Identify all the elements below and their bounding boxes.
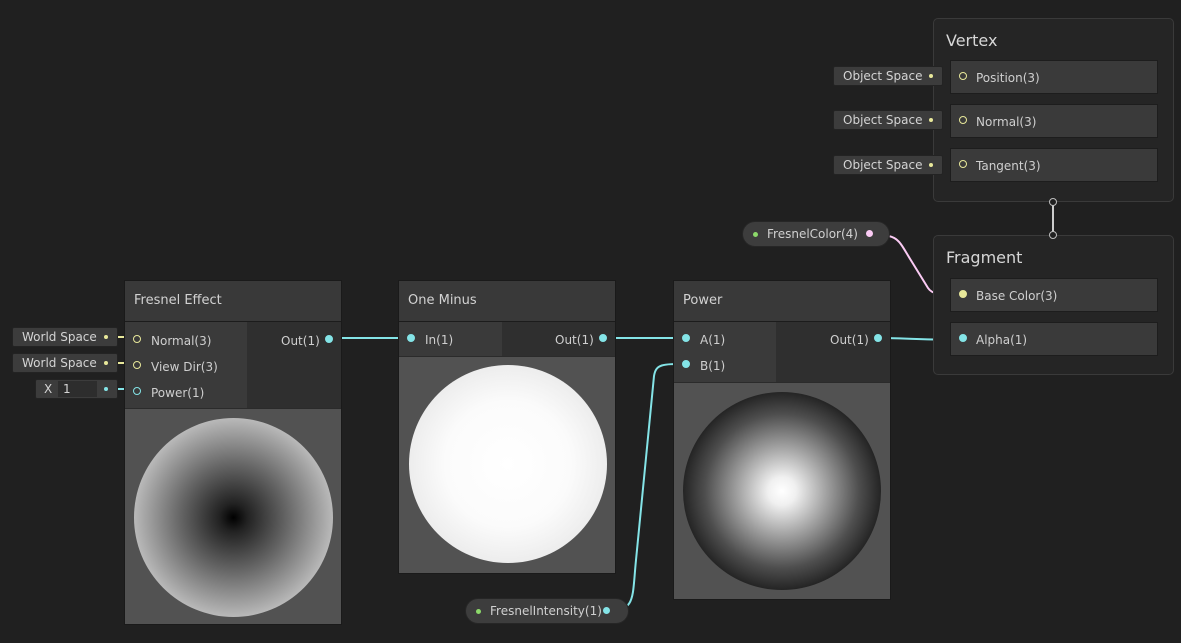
property-label: FresnelColor(4) [767, 227, 858, 241]
output-port-out[interactable]: Out(1) [539, 330, 609, 350]
fresnel-color-property-node[interactable]: FresnelColor(4) [742, 221, 890, 247]
port-label: In(1) [425, 333, 454, 347]
vertex-slot-normal[interactable]: Normal(3) [950, 104, 1158, 138]
field-port-dot-icon [929, 163, 933, 167]
field-text: Object Space [843, 158, 923, 172]
vec3-port-icon[interactable] [959, 116, 967, 124]
slot-label: Base Color(3) [976, 289, 1058, 303]
field-port-dot-icon [929, 118, 933, 122]
fresnel-intensity-property-node[interactable]: FresnelIntensity(1) [465, 598, 629, 624]
port-label: View Dir(3) [151, 360, 218, 374]
normal-space-field[interactable]: World Space [12, 327, 118, 347]
node-preview [674, 383, 890, 599]
property-icon [476, 609, 481, 614]
fragment-context[interactable]: Fragment Base Color(3) Alpha(1) [933, 235, 1174, 375]
vec3-port-icon[interactable] [959, 160, 967, 168]
input-port-a[interactable]: A(1) [682, 330, 772, 350]
vec1-port-icon[interactable] [133, 387, 141, 395]
vertex-slot-position[interactable]: Position(3) [950, 60, 1158, 94]
node-title: Power [683, 293, 723, 308]
field-text: Object Space [843, 69, 923, 83]
vec1-port-icon[interactable] [682, 334, 690, 342]
context-link-bottom-handle[interactable] [1049, 231, 1057, 239]
fresnel-effect-node[interactable]: Fresnel Effect Normal(3) View Dir(3) Pow… [124, 280, 342, 625]
power-node[interactable]: Power A(1) B(1) Out(1) [673, 280, 891, 600]
vec1-port-icon[interactable] [682, 360, 690, 368]
port-label: A(1) [700, 333, 726, 347]
vertex-slot-tangent[interactable]: Tangent(3) [950, 148, 1158, 182]
field-text: Object Space [843, 113, 923, 127]
node-title: One Minus [408, 293, 477, 308]
input-port-power[interactable]: Power(1) [133, 383, 243, 403]
port-label: Power(1) [151, 386, 205, 400]
field-port-dot-icon [104, 387, 108, 391]
node-title: Fresnel Effect [134, 293, 222, 308]
node-header[interactable]: One Minus [399, 281, 615, 322]
field-text: World Space [22, 330, 97, 344]
input-port-in[interactable]: In(1) [407, 330, 497, 350]
vec4-port-icon[interactable] [866, 230, 873, 237]
output-port-out[interactable]: Out(1) [814, 330, 884, 350]
input-port-normal[interactable]: Normal(3) [133, 331, 243, 351]
input-port-b[interactable]: B(1) [682, 356, 772, 376]
power-value-input[interactable]: 1 [58, 381, 97, 397]
fresnel-preview-sphere [134, 418, 333, 617]
vertex-title: Vertex [946, 31, 998, 50]
node-header[interactable]: Fresnel Effect [125, 281, 341, 322]
vec1-port-icon[interactable] [407, 334, 415, 342]
port-label: Out(1) [830, 333, 869, 347]
field-port-dot-icon [929, 74, 933, 78]
vec1-port-icon[interactable] [874, 334, 882, 342]
vertex-context[interactable]: Vertex Position(3) Normal(3) Tangent(3) [933, 18, 1174, 202]
vertex-position-space-field[interactable]: Object Space [833, 66, 943, 86]
property-label: FresnelIntensity(1) [490, 604, 602, 618]
vec3-port-icon[interactable] [133, 361, 141, 369]
port-label: Out(1) [555, 333, 594, 347]
node-preview [125, 409, 341, 624]
one-minus-preview-sphere [409, 365, 607, 563]
port-label: Out(1) [281, 334, 320, 348]
slot-label: Normal(3) [976, 115, 1037, 129]
node-header[interactable]: Power [674, 281, 890, 322]
slot-label: Alpha(1) [976, 333, 1028, 347]
fragment-slot-alpha[interactable]: Alpha(1) [950, 322, 1158, 356]
vec3-port-icon[interactable] [959, 290, 967, 298]
property-icon [753, 232, 758, 237]
power-value-field[interactable]: X 1 [35, 379, 118, 399]
fragment-slot-basecolor[interactable]: Base Color(3) [950, 278, 1158, 312]
vertex-tangent-space-field[interactable]: Object Space [833, 155, 943, 175]
vec1-port-icon[interactable] [325, 335, 333, 343]
fragment-title: Fragment [946, 248, 1023, 267]
power-preview-sphere [683, 392, 881, 590]
port-label: Normal(3) [151, 334, 212, 348]
input-port-view-dir[interactable]: View Dir(3) [133, 357, 243, 377]
vec3-port-icon[interactable] [959, 72, 967, 80]
context-link-top-handle[interactable] [1049, 198, 1057, 206]
field-port-dot-icon [104, 361, 108, 365]
view-dir-space-field[interactable]: World Space [12, 353, 118, 373]
vec1-port-icon[interactable] [599, 334, 607, 342]
port-label: B(1) [700, 359, 726, 373]
slot-label: Position(3) [976, 71, 1040, 85]
one-minus-node[interactable]: One Minus In(1) Out(1) [398, 280, 616, 574]
output-port-out[interactable]: Out(1) [265, 331, 335, 351]
field-text: World Space [22, 356, 97, 370]
vertex-normal-space-field[interactable]: Object Space [833, 110, 943, 130]
slot-label: Tangent(3) [976, 159, 1041, 173]
node-preview [399, 357, 615, 573]
axis-label: X [44, 382, 53, 396]
field-port-dot-icon [104, 335, 108, 339]
vec1-port-icon[interactable] [603, 607, 610, 614]
vec3-port-icon[interactable] [133, 335, 141, 343]
vec1-port-icon[interactable] [959, 334, 967, 342]
